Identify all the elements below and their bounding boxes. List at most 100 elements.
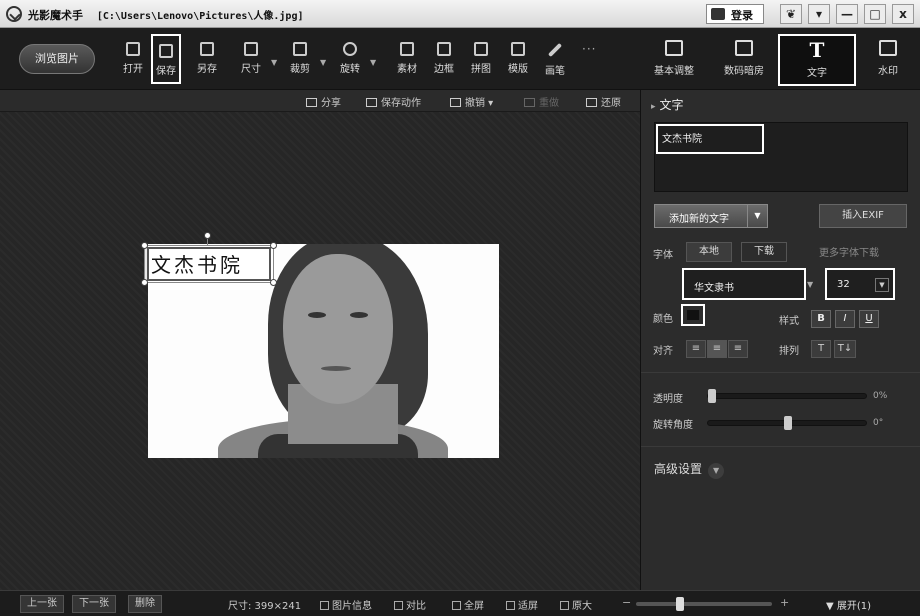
rotation-slider[interactable] <box>707 416 867 430</box>
skin-button[interactable]: ❦ <box>780 4 802 24</box>
more-fonts-link[interactable]: 更多字体下载 <box>819 244 879 259</box>
add-new-text-button[interactable]: 添加新的文字 ▼ <box>654 204 768 228</box>
photo-mouth <box>321 366 351 371</box>
horizontal-text-button[interactable]: T <box>811 340 831 358</box>
text-input-value[interactable]: 文杰书院 <box>656 124 764 154</box>
resize-handle-bottom-left[interactable] <box>141 279 148 286</box>
advanced-settings-toggle[interactable]: 高级设置 ▼ <box>654 460 725 479</box>
align-right-button[interactable]: ≡ <box>728 340 748 358</box>
tab-basic-adjust[interactable]: 基本调整 <box>644 34 704 86</box>
maximize-button[interactable]: □ <box>864 4 886 24</box>
undo-label: 撤销 <box>465 98 485 109</box>
brush-button[interactable]: 画笔 <box>540 34 570 84</box>
compare-icon <box>394 601 403 610</box>
zoom-out-button[interactable]: − <box>622 596 631 609</box>
fit-screen-button[interactable]: 适屏 <box>506 597 538 612</box>
login-button[interactable]: 登录 <box>706 4 764 24</box>
rotate-dropdown-icon[interactable]: ▼ <box>370 58 378 67</box>
resize-handle-top-left[interactable] <box>141 242 148 249</box>
delete-button[interactable]: 删除 <box>128 595 162 613</box>
zoom-slider[interactable] <box>636 597 772 611</box>
rotation-handle[interactable] <box>204 232 211 239</box>
crop-label: 裁剪 <box>290 64 310 75</box>
puzzle-button[interactable]: 拼图 <box>466 34 496 84</box>
watermark-icon <box>879 40 897 56</box>
save-as-icon <box>200 42 214 56</box>
save-button[interactable]: 保存 <box>151 34 181 84</box>
opacity-slider[interactable] <box>707 389 867 403</box>
frame-button[interactable]: 边框 <box>429 34 459 84</box>
adjust-icon <box>665 40 683 56</box>
align-center-button[interactable]: ≡ <box>707 340 727 358</box>
close-button[interactable]: x <box>892 4 914 24</box>
restore-icon <box>586 98 597 107</box>
font-size-select[interactable]: 32 ▼ <box>825 268 895 300</box>
prev-image-button[interactable]: 上一张 <box>20 595 64 613</box>
login-label: 登录 <box>731 9 753 22</box>
underline-button[interactable]: U <box>859 310 879 328</box>
tab-download-fonts[interactable]: 下载 <box>741 242 787 262</box>
redo-button[interactable]: 重做 <box>524 94 559 109</box>
font-label: 字体 <box>653 250 673 261</box>
more-tools-button[interactable]: ··· <box>582 42 596 56</box>
add-text-dropdown-icon[interactable]: ▼ <box>747 205 767 227</box>
panel-heading: 文字 <box>651 96 684 113</box>
tab-text[interactable]: T 文字 <box>778 34 856 86</box>
rotation-slider-knob[interactable] <box>784 416 792 430</box>
italic-button[interactable]: I <box>835 310 855 328</box>
tab-basic-adjust-label: 基本调整 <box>654 66 694 77</box>
browse-images-button[interactable]: 浏览图片 <box>19 44 95 74</box>
restore-button[interactable]: 还原 <box>586 94 621 109</box>
color-picker[interactable] <box>681 304 705 326</box>
text-input-area[interactable]: 文杰书院 <box>654 122 908 192</box>
resize-handle-bottom-right[interactable] <box>270 279 277 286</box>
fit-screen-icon <box>506 601 515 610</box>
minimize-button[interactable]: — <box>836 4 858 24</box>
font-dropdown-icon[interactable]: ▼ <box>807 280 813 289</box>
bold-button[interactable]: B <box>811 310 831 328</box>
zoom-slider-knob[interactable] <box>676 597 684 611</box>
menu-dropdown-button[interactable]: ▾ <box>808 4 830 24</box>
template-button[interactable]: 模版 <box>503 34 533 84</box>
insert-exif-button[interactable]: 插入EXIF <box>819 204 907 228</box>
rotate-button[interactable]: 旋转 <box>335 34 365 84</box>
save-action-button[interactable]: 保存动作 <box>366 94 421 109</box>
status-bar: 上一张 下一张 删除 尺寸: 399×241 图片信息 对比 全屏 适屏 原大 … <box>0 590 920 616</box>
crop-button[interactable]: 裁剪 <box>285 34 315 84</box>
undo-button[interactable]: 撤销 ▾ <box>450 94 493 109</box>
compare-button[interactable]: 对比 <box>394 597 426 612</box>
resize-handle-top-right[interactable] <box>270 242 277 249</box>
fullscreen-icon <box>452 601 461 610</box>
open-icon <box>126 42 140 56</box>
restore-label: 还原 <box>601 98 621 109</box>
save-action-icon <box>366 98 377 107</box>
app-logo-icon <box>6 6 22 22</box>
open-button[interactable]: 打开 <box>118 34 148 84</box>
expand-button[interactable]: ▼ 展开(1) <box>826 597 871 612</box>
font-size-dropdown-icon[interactable]: ▼ <box>875 278 889 292</box>
crop-dropdown-icon[interactable]: ▼ <box>320 58 328 67</box>
template-label: 模版 <box>508 64 528 75</box>
resize-dropdown-icon[interactable]: ▼ <box>271 58 279 67</box>
title-bar: 光影魔术手 [C:\Users\Lenovo\Pictures\人像.jpg] … <box>0 0 920 28</box>
image-size: 尺寸: 399×241 <box>228 601 302 612</box>
resize-button[interactable]: 尺寸 <box>236 34 266 84</box>
tab-watermark[interactable]: 水印 <box>858 34 918 86</box>
image-info-button[interactable]: 图片信息 <box>320 597 372 612</box>
image-canvas[interactable]: 文杰书院 <box>0 112 640 590</box>
fullscreen-button[interactable]: 全屏 <box>452 597 484 612</box>
save-as-button[interactable]: 另存 <box>192 34 222 84</box>
text-overlay-box[interactable]: 文杰书院 <box>144 245 274 283</box>
zoom-in-button[interactable]: + <box>780 596 789 609</box>
frame-label: 边框 <box>434 64 454 75</box>
original-size-button[interactable]: 原大 <box>560 597 592 612</box>
vertical-text-button[interactable]: T↓ <box>834 340 856 358</box>
font-select[interactable]: 华文隶书 <box>682 268 806 300</box>
tab-darkroom[interactable]: 数码暗房 <box>714 34 774 86</box>
align-left-button[interactable]: ≡ <box>686 340 706 358</box>
next-image-button[interactable]: 下一张 <box>72 595 116 613</box>
material-button[interactable]: 素材 <box>392 34 422 84</box>
tab-local-fonts[interactable]: 本地 <box>686 242 732 262</box>
opacity-slider-knob[interactable] <box>708 389 716 403</box>
share-button[interactable]: 分享 <box>306 94 341 109</box>
